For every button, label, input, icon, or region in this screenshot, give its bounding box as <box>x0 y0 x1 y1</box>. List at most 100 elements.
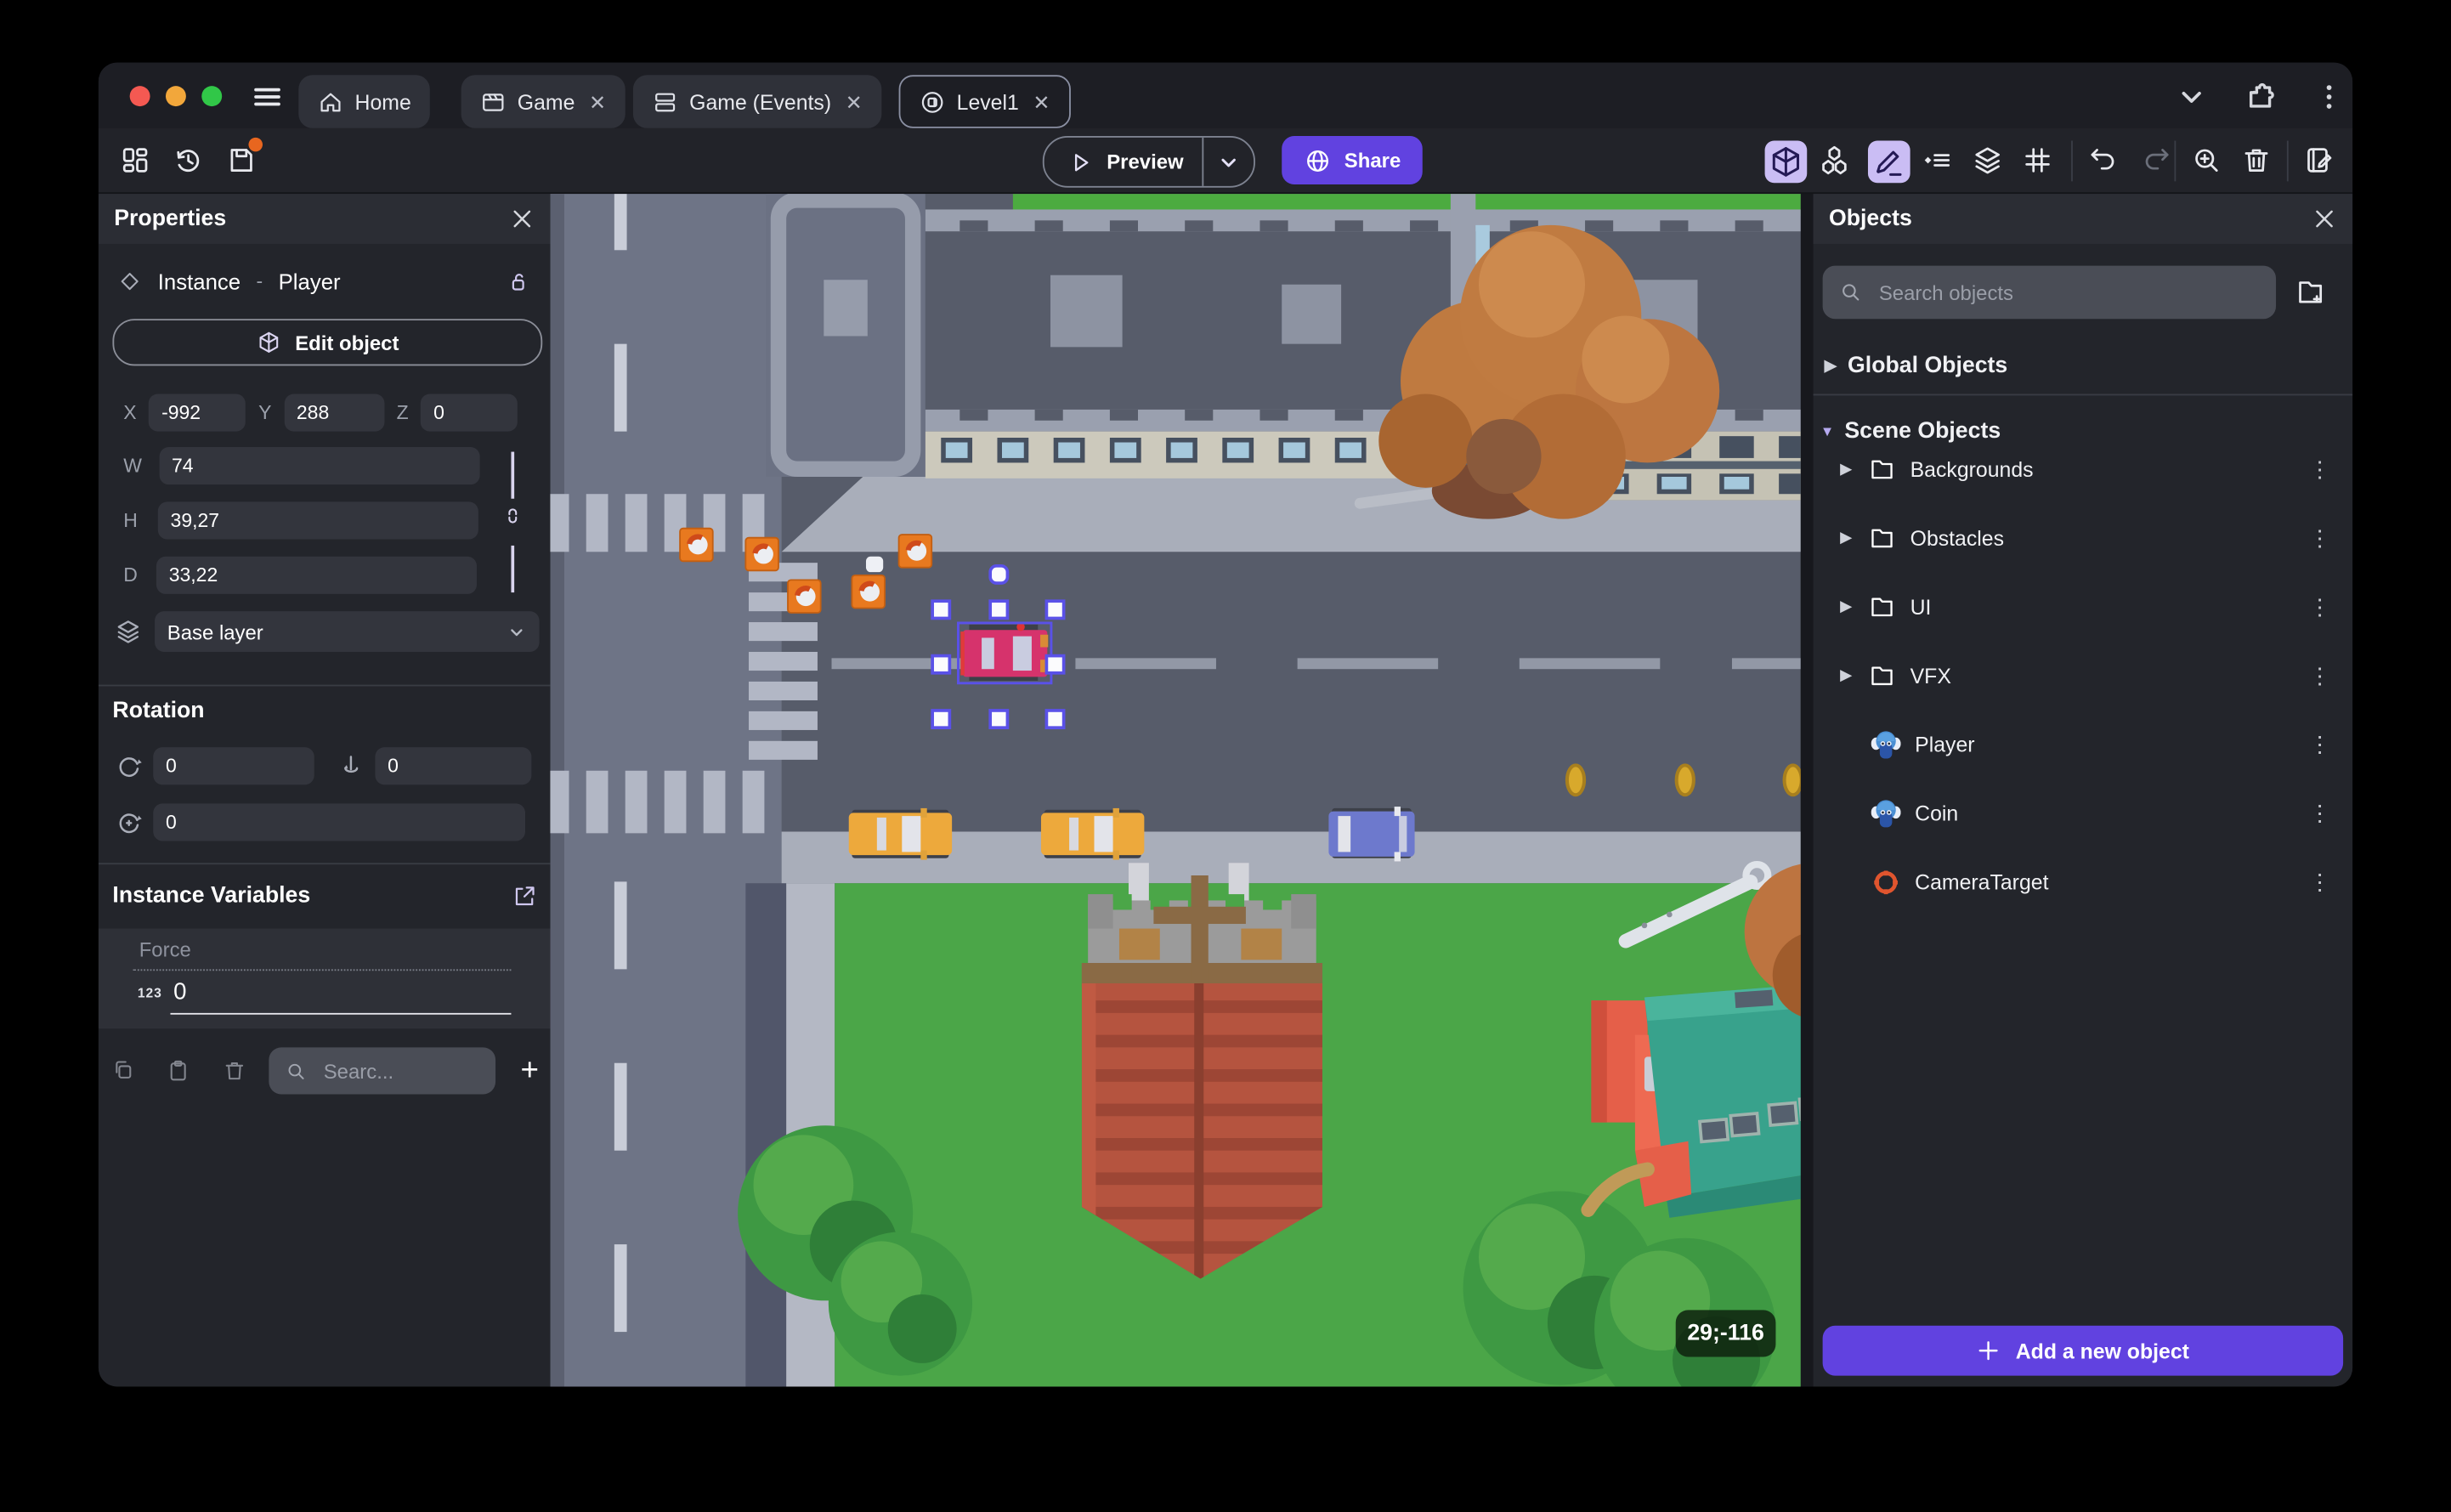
folder-icon <box>1868 524 1896 552</box>
variable-value[interactable]: 0 <box>173 978 186 1005</box>
objects-search-input[interactable] <box>1876 279 2261 306</box>
tab-level1[interactable]: Level1 ✕ <box>898 75 1071 128</box>
item-menu-kebab-icon[interactable]: ⋮ <box>2309 869 2331 895</box>
target-icon <box>1871 867 1901 897</box>
variables-search-input[interactable] <box>320 1057 480 1084</box>
dashboard-icon[interactable] <box>119 144 152 177</box>
preview-button[interactable]: Preview <box>1042 136 1256 188</box>
item-menu-kebab-icon[interactable]: ⋮ <box>2309 524 2331 551</box>
share-button[interactable]: Share <box>1282 136 1424 185</box>
object-row-cameratarget[interactable]: CameraTarget ⋮ <box>1814 853 2353 909</box>
objects-search[interactable] <box>1822 265 2277 320</box>
item-menu-kebab-icon[interactable]: ⋮ <box>2309 731 2331 757</box>
y-field[interactable] <box>284 394 384 432</box>
chevron-right-icon[interactable]: ▶ <box>1835 529 1857 546</box>
rotation-y-field[interactable] <box>375 747 532 785</box>
paste-icon[interactable] <box>166 1058 190 1083</box>
notebook-edit-icon[interactable] <box>2302 144 2335 177</box>
objects-icon[interactable] <box>1818 144 1851 177</box>
x-field[interactable] <box>149 394 246 432</box>
grid-icon[interactable] <box>2021 144 2054 177</box>
home-icon <box>317 88 343 115</box>
properties-panel: Properties Instance - Player Edit object… <box>98 194 551 1387</box>
history-icon[interactable] <box>172 144 205 177</box>
zoom-in-icon[interactable] <box>2190 144 2223 177</box>
chevron-right-icon[interactable]: ▶ <box>1820 357 1842 374</box>
variable-row[interactable]: Force 123 0 <box>98 928 551 1029</box>
chevron-down-icon[interactable] <box>2174 80 2208 114</box>
w-field[interactable] <box>159 447 480 485</box>
item-menu-kebab-icon[interactable]: ⋮ <box>2309 456 2331 482</box>
properties-panel-header: Properties <box>98 194 551 244</box>
link-dimensions-icon[interactable] <box>501 503 525 537</box>
chevron-right-icon[interactable]: ▶ <box>1835 461 1857 478</box>
cube-3d-icon <box>256 330 280 354</box>
preview-label: Preview <box>1107 150 1184 174</box>
pencil-icon[interactable] <box>1867 140 1910 184</box>
rotate-z-icon <box>114 807 144 837</box>
edit-object-button[interactable]: Edit object <box>112 319 543 366</box>
add-new-object-button[interactable]: Add a new object <box>1822 1325 2344 1376</box>
layer-select[interactable]: Base layer <box>155 611 540 652</box>
cube-3d-icon[interactable] <box>1764 140 1808 184</box>
d-field[interactable] <box>156 556 478 594</box>
player-car-selected[interactable] <box>960 622 1049 682</box>
rotation-x-field[interactable] <box>153 747 314 785</box>
instance-variables-title: Instance Variables <box>112 883 311 909</box>
item-menu-kebab-icon[interactable]: ⋮ <box>2309 800 2331 826</box>
close-icon[interactable] <box>2312 207 2336 231</box>
instances-list-icon[interactable] <box>1921 144 1954 177</box>
rotation-z-field[interactable] <box>153 803 526 841</box>
variable-name[interactable]: Force <box>139 938 191 962</box>
layers-icon <box>114 618 142 646</box>
taxi-car-1[interactable] <box>848 807 953 860</box>
trash-icon[interactable] <box>222 1058 246 1083</box>
open-variables-external-icon[interactable] <box>511 882 537 909</box>
tab-game-events[interactable]: Game (Events) ✕ <box>632 75 881 128</box>
scene-canvas[interactable]: 29;-116 <box>550 194 1814 1387</box>
church-tower[interactable] <box>1081 863 1323 1288</box>
tab-close-icon[interactable]: ✕ <box>1033 92 1050 112</box>
chevron-right-icon[interactable]: ▶ <box>1835 666 1857 683</box>
folder-row-obstacles[interactable]: ▶ Obstacles ⋮ <box>1814 510 2353 566</box>
window-menu-kebab-icon[interactable] <box>2312 80 2346 114</box>
object-row-player[interactable]: Player ⋮ <box>1814 716 2353 772</box>
h-field[interactable] <box>157 501 478 540</box>
extensions-puzzle-icon[interactable] <box>2243 80 2277 114</box>
taxi-car-2[interactable] <box>1040 807 1145 860</box>
chevron-right-icon[interactable]: ▶ <box>1835 598 1857 615</box>
z-field[interactable] <box>421 394 518 432</box>
variables-search[interactable] <box>269 1047 496 1095</box>
add-folder-icon[interactable] <box>2295 275 2328 309</box>
tab-close-icon[interactable]: ✕ <box>846 92 863 112</box>
traffic-close-button[interactable] <box>129 86 150 107</box>
traffic-zoom-button[interactable] <box>201 86 223 107</box>
item-menu-kebab-icon[interactable]: ⋮ <box>2309 662 2331 688</box>
undo-icon[interactable] <box>2086 144 2120 177</box>
copy-icon[interactable] <box>111 1058 136 1083</box>
search-icon <box>285 1059 308 1083</box>
titlebar: Home Game ✕ Game (Events) ✕ Level1 ✕ <box>98 62 2353 128</box>
lock-open-icon[interactable] <box>505 268 531 294</box>
blue-car[interactable] <box>1328 807 1415 862</box>
layers-icon[interactable] <box>1971 144 2004 177</box>
folder-row-vfx[interactable]: ▶ VFX ⋮ <box>1814 647 2353 703</box>
global-objects-group[interactable]: ▶ Global Objects <box>1814 337 2353 394</box>
traffic-minimize-button[interactable] <box>165 86 186 107</box>
preview-dropdown-chevron-icon[interactable] <box>1216 150 1241 174</box>
folder-row-backgrounds[interactable]: ▶ Backgrounds ⋮ <box>1814 441 2353 497</box>
h-label: H <box>123 509 138 532</box>
folder-row-ui[interactable]: ▶ UI ⋮ <box>1814 579 2353 635</box>
chevron-down-icon[interactable]: ▼ <box>1816 423 1838 439</box>
tab-home[interactable]: Home <box>298 75 430 128</box>
tab-close-icon[interactable]: ✕ <box>589 92 606 112</box>
tab-game[interactable]: Game ✕ <box>461 75 625 128</box>
item-menu-kebab-icon[interactable]: ⋮ <box>2309 593 2331 620</box>
globe-icon <box>1304 146 1332 174</box>
hamburger-menu-icon[interactable] <box>250 80 284 114</box>
redo-icon[interactable] <box>2140 144 2173 177</box>
object-row-coin[interactable]: Coin ⋮ <box>1814 784 2353 841</box>
close-icon[interactable] <box>510 207 535 231</box>
trash-icon[interactable] <box>2240 144 2273 177</box>
add-variable-button[interactable]: + <box>520 1053 538 1089</box>
